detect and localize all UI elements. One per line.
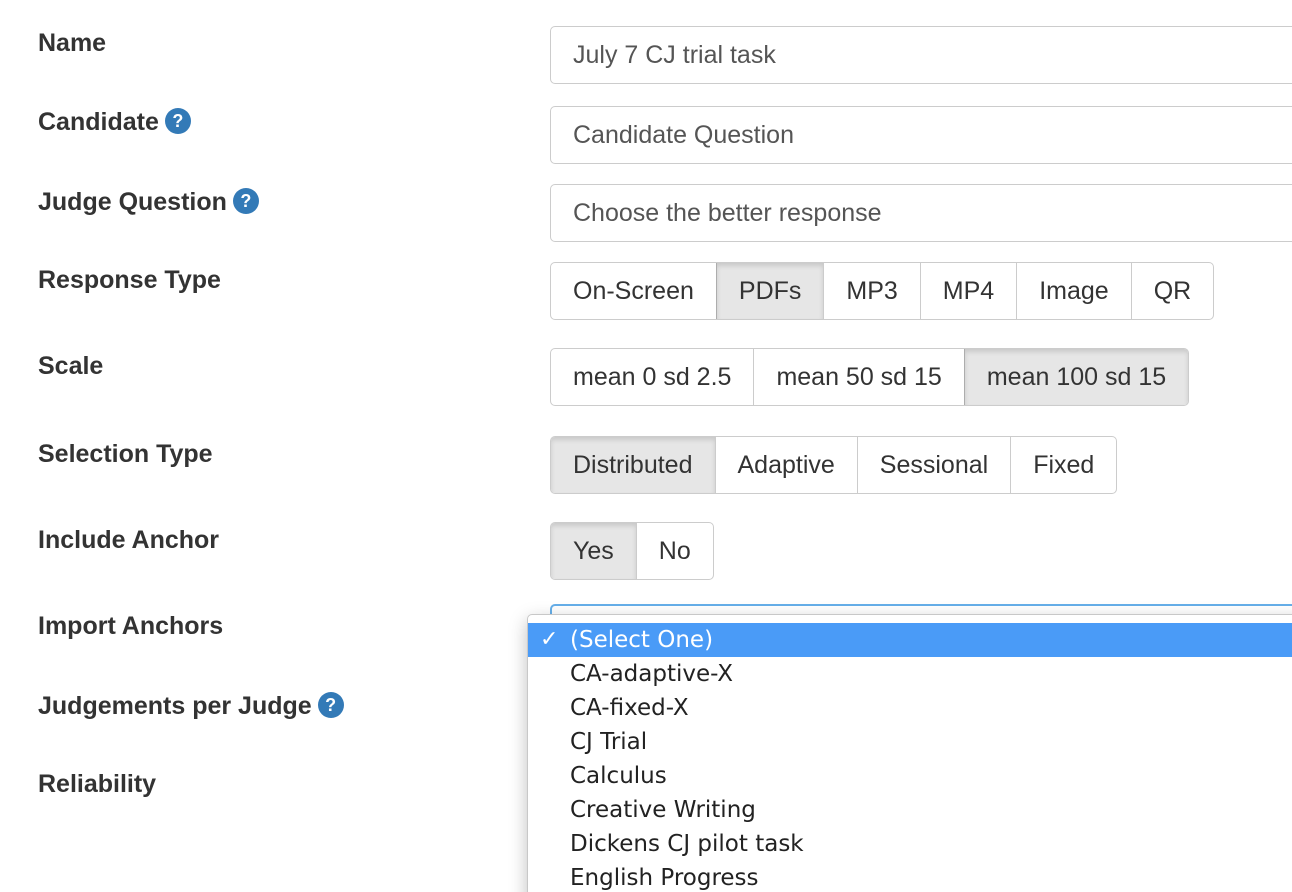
- name-input[interactable]: [550, 26, 1292, 84]
- reliability-label: Reliability: [38, 769, 156, 799]
- response-type-pdfs[interactable]: PDFs: [715, 263, 824, 319]
- judgements-per-judge-help-icon[interactable]: ?: [317, 692, 344, 718]
- checkmark-icon: ✓: [540, 627, 559, 652]
- candidate-help-icon[interactable]: ?: [164, 108, 191, 134]
- include-anchor-no[interactable]: No: [635, 523, 713, 579]
- candidate-label-text: Candidate: [38, 108, 159, 136]
- scale-group: mean 0 sd 2.5 mean 50 sd 15 mean 100 sd …: [550, 348, 1190, 406]
- option-calculus[interactable]: Calculus: [528, 759, 1292, 793]
- option-select-one[interactable]: ✓ (Select One): [528, 623, 1292, 657]
- option-cj-trial[interactable]: CJ Trial: [528, 725, 1292, 759]
- selection-type-label: Selection Type: [38, 439, 213, 469]
- scale-mean-50[interactable]: mean 50 sd 15: [753, 349, 963, 405]
- include-anchor-group: Yes No: [550, 522, 714, 580]
- response-type-label: Response Type: [38, 265, 221, 295]
- include-anchor-yes[interactable]: Yes: [551, 523, 636, 579]
- selection-type-label-text: Selection Type: [38, 440, 213, 468]
- scale-label-text: Scale: [38, 352, 104, 380]
- import-anchors-dropdown: ✓ (Select One) CA-adaptive-X CA-fixed-X …: [527, 614, 1292, 892]
- name-label: Name: [38, 28, 106, 58]
- option-label: CA-adaptive-X: [570, 661, 734, 687]
- selection-type-sessional[interactable]: Sessional: [856, 437, 1010, 493]
- judgements-per-judge-label: Judgements per Judge?: [38, 691, 344, 721]
- judge-question-label: Judge Question?: [38, 187, 259, 217]
- candidate-input[interactable]: [550, 106, 1292, 164]
- option-label: Creative Writing: [570, 797, 756, 823]
- option-label: CJ Trial: [570, 729, 648, 755]
- option-label: CA-fixed-X: [570, 695, 689, 721]
- response-type-on-screen[interactable]: On-Screen: [551, 263, 716, 319]
- judge-question-help-icon[interactable]: ?: [232, 188, 259, 214]
- name-label-text: Name: [38, 29, 107, 57]
- judgements-per-judge-label-text: Judgements per Judge: [38, 692, 312, 720]
- scale-mean-100[interactable]: mean 100 sd 15: [963, 349, 1189, 405]
- response-type-group: On-Screen PDFs MP3 MP4 Image QR: [550, 262, 1215, 320]
- option-ca-fixed-x[interactable]: CA-fixed-X: [528, 691, 1292, 725]
- option-label: (Select One): [570, 627, 714, 653]
- option-label: Dickens CJ pilot task: [570, 831, 804, 857]
- include-anchor-label: Include Anchor: [38, 525, 219, 555]
- option-dickens-cj-pilot-task[interactable]: Dickens CJ pilot task: [528, 827, 1292, 861]
- option-creative-writing[interactable]: Creative Writing: [528, 793, 1292, 827]
- response-type-qr[interactable]: QR: [1130, 263, 1213, 319]
- reliability-label-text: Reliability: [38, 770, 157, 798]
- option-english-progress[interactable]: English Progress: [528, 861, 1292, 892]
- selection-type-distributed[interactable]: Distributed: [551, 437, 715, 493]
- option-label: English Progress: [570, 865, 759, 891]
- selection-type-group: Distributed Adaptive Sessional Fixed: [550, 436, 1118, 494]
- response-type-label-text: Response Type: [38, 266, 221, 294]
- judge-question-input[interactable]: [550, 184, 1292, 242]
- import-anchors-label-text: Import Anchors: [38, 612, 224, 640]
- response-type-mp3[interactable]: MP3: [823, 263, 919, 319]
- selection-type-fixed[interactable]: Fixed: [1010, 437, 1116, 493]
- option-ca-adaptive-x[interactable]: CA-adaptive-X: [528, 657, 1292, 691]
- include-anchor-label-text: Include Anchor: [38, 526, 220, 554]
- scale-label: Scale: [38, 351, 103, 381]
- response-type-image[interactable]: Image: [1016, 263, 1130, 319]
- option-label: Calculus: [570, 763, 667, 789]
- candidate-label: Candidate?: [38, 107, 191, 137]
- judge-question-label-text: Judge Question: [38, 188, 227, 216]
- selection-type-adaptive[interactable]: Adaptive: [714, 437, 857, 493]
- scale-mean-0[interactable]: mean 0 sd 2.5: [551, 349, 753, 405]
- response-type-mp4[interactable]: MP4: [919, 263, 1016, 319]
- import-anchors-label: Import Anchors: [38, 611, 223, 641]
